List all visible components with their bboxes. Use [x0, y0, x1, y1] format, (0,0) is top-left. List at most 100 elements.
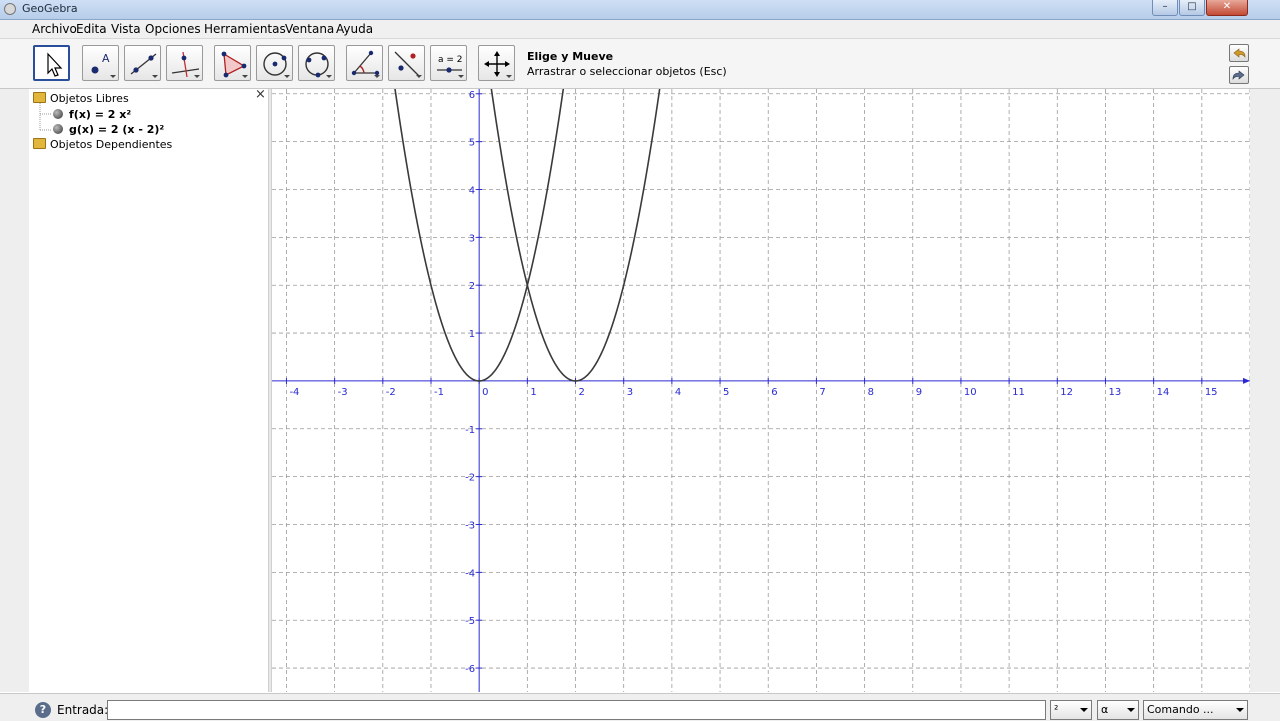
- chevron-down-icon: [506, 75, 512, 78]
- y-tick-label: -3: [465, 521, 475, 532]
- dependent-objects-label: Objetos Dependientes: [50, 138, 173, 151]
- x-tick-label: 6: [771, 387, 777, 398]
- graphics-canvas[interactable]: -4 -3 -2 -1 0 1 2 3 4 5 6 7 8 9 10 11 12 13 14 15123456-1-2…: [272, 89, 1250, 692]
- chevron-down-icon: [194, 75, 200, 78]
- chevron-down-icon: [242, 75, 248, 78]
- x-tick-label: 10: [964, 387, 977, 398]
- circle-three-points-tool-button[interactable]: [298, 45, 335, 81]
- perpendicular-tool-button[interactable]: [166, 45, 203, 81]
- menu-vista[interactable]: Vista: [111, 22, 141, 36]
- chevron-down-icon: [458, 75, 464, 78]
- point-tool-label: A: [102, 52, 110, 65]
- window-controls: – □ ✕: [1151, 0, 1248, 16]
- y-tick-label: 3: [469, 233, 475, 244]
- greek-dropdown[interactable]: α: [1097, 700, 1139, 720]
- y-tick-label: 4: [469, 186, 475, 197]
- x-tick-label: -3: [338, 387, 348, 398]
- circle-tool-button[interactable]: [256, 45, 293, 81]
- x-tick-label: 12: [1060, 387, 1073, 398]
- maximize-button[interactable]: □: [1179, 0, 1205, 16]
- chevron-down-icon: [1236, 708, 1244, 712]
- input-field[interactable]: [107, 700, 1046, 720]
- x-tick-label: 2: [579, 387, 585, 398]
- x-tick-label: 14: [1157, 387, 1170, 398]
- folder-icon: [33, 92, 46, 103]
- x-tick-label: 7: [819, 387, 825, 398]
- symbols-dropdown[interactable]: ²: [1050, 700, 1092, 720]
- menu-herramientas[interactable]: Herramientas: [204, 22, 286, 36]
- angle-tool-button[interactable]: [346, 45, 383, 81]
- free-objects-label: Objetos Libres: [50, 92, 129, 105]
- y-tick-label: 5: [469, 138, 475, 149]
- menu-bar: Archivo Edita Vista Opciones Herramienta…: [0, 20, 1280, 39]
- x-tick-label: -4: [289, 387, 299, 398]
- menu-ayuda[interactable]: Ayuda: [336, 22, 373, 36]
- x-tick-label: 4: [675, 387, 681, 398]
- y-tick-label: -5: [465, 616, 475, 627]
- polygon-tool-button[interactable]: [214, 45, 251, 81]
- menu-opciones[interactable]: Opciones: [145, 22, 201, 36]
- y-tick-label: -2: [465, 473, 475, 484]
- menu-edita[interactable]: Edita: [76, 22, 107, 36]
- close-button[interactable]: ✕: [1206, 0, 1248, 16]
- folder-icon: [33, 138, 46, 149]
- chevron-down-icon: [110, 75, 116, 78]
- active-tool-help: Arrastrar o seleccionar objetos (Esc): [527, 65, 727, 78]
- chevron-down-icon: [1080, 708, 1088, 712]
- input-label: Entrada:: [57, 703, 109, 717]
- redo-button[interactable]: [1229, 66, 1249, 84]
- x-tick-label: -1: [434, 387, 444, 398]
- left-margin: [0, 89, 29, 692]
- greek-dropdown-value: α: [1101, 703, 1109, 716]
- y-tick-label: -4: [465, 568, 475, 579]
- right-margin: [1250, 89, 1280, 692]
- algebra-close-button[interactable]: ×: [255, 87, 266, 102]
- chevron-down-icon: [1127, 708, 1135, 712]
- x-tick-label: 0: [482, 387, 488, 398]
- y-tick-label: 1: [469, 329, 475, 340]
- x-axis-arrow: [1243, 377, 1250, 384]
- menu-archivo[interactable]: Archivo: [32, 22, 77, 36]
- x-tick-label: 8: [868, 387, 874, 398]
- dependent-objects-folder[interactable]: Objetos Dependientes: [33, 138, 172, 151]
- y-tick-label: -6: [465, 664, 475, 675]
- minimize-button[interactable]: –: [1152, 0, 1178, 16]
- visibility-toggle-icon[interactable]: [53, 124, 63, 134]
- x-tick-label: 11: [1012, 387, 1025, 398]
- input-bar: ? Entrada: ² α Comando ...: [0, 693, 1280, 721]
- x-tick-label: 9: [916, 387, 922, 398]
- title-bar: GeoGebra – □ ✕: [0, 0, 1280, 20]
- function-g-label: g(x) = 2 (x - 2)²: [69, 123, 165, 136]
- arrow-cursor-icon: [47, 52, 63, 77]
- command-dropdown-value: Comando ...: [1147, 703, 1214, 716]
- reflect-tool-button[interactable]: [388, 45, 425, 81]
- x-tick-label: 15: [1205, 387, 1218, 398]
- line-tool-button[interactable]: [124, 45, 161, 81]
- help-icon[interactable]: ?: [35, 702, 51, 718]
- command-dropdown[interactable]: Comando ...: [1143, 700, 1248, 720]
- point-tool-button[interactable]: A: [82, 45, 119, 81]
- x-tick-label: 13: [1108, 387, 1121, 398]
- slider-tool-button[interactable]: a = 2: [430, 45, 467, 81]
- function-f-item[interactable]: f(x) = 2 x²: [53, 108, 131, 121]
- visibility-toggle-icon[interactable]: [53, 109, 63, 119]
- move-tool-button[interactable]: [33, 45, 70, 81]
- graphics-view[interactable]: -4 -3 -2 -1 0 1 2 3 4 5 6 7 8 9 10 11 12 13 14 15 1 2 3 4 5 6 -1 -2…: [272, 89, 1250, 692]
- chevron-down-icon: [152, 75, 158, 78]
- x-tick-label: 3: [627, 387, 633, 398]
- algebra-view: × Objetos Libres f(x) = 2 x² g(x) = 2 (x…: [29, 87, 269, 692]
- undo-button[interactable]: [1229, 44, 1249, 62]
- chevron-down-icon: [326, 75, 332, 78]
- y-tick-label: -1: [465, 425, 475, 436]
- toolbar: A a = 2 Elige y Mueve Arrastrar o selecc…: [0, 39, 1280, 89]
- x-tick-label: 1: [530, 387, 536, 398]
- move-view-tool-button[interactable]: [478, 45, 515, 81]
- redo-icon: [1232, 70, 1245, 80]
- active-tool-name: Elige y Mueve: [527, 50, 614, 63]
- menu-ventana[interactable]: Ventana: [285, 22, 334, 36]
- chevron-down-icon: [374, 75, 380, 78]
- x-tick-label: 5: [723, 387, 729, 398]
- function-g-item[interactable]: g(x) = 2 (x - 2)²: [53, 123, 164, 136]
- chevron-down-icon: [284, 75, 290, 78]
- y-tick-label: 2: [469, 281, 475, 292]
